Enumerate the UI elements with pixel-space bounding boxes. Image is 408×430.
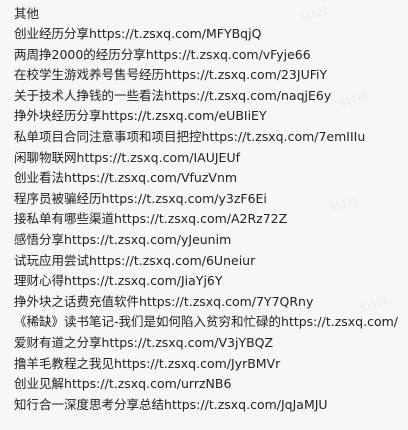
- item-title: 《稀缺》读书笔记-我们是如何陷入贫穷和忙碌的: [14, 314, 282, 330]
- item-title: 撸羊毛教程之我见: [14, 355, 115, 371]
- list-item: 闲聊物联网https://t.zsxq.com/IAUJEUf: [14, 148, 408, 169]
- list-item: 创业见解https://t.zsxq.com/urrzNB6: [14, 374, 408, 395]
- item-title: 挣外块经历分享: [14, 108, 102, 124]
- list-item: 试玩应用尝试https://t.zsxq.com/6Uneiur: [14, 251, 408, 272]
- list-item: 感悟分享https://t.zsxq.com/yJeunim: [14, 230, 408, 251]
- item-url[interactable]: https://t.zsxq.com/: [281, 314, 398, 329]
- list-item: 私单项目合同注意事项和项目把控https://t.zsxq.com/7emIII…: [14, 127, 408, 148]
- list-item: 在校学生游戏养号售号经历https://t.zsxq.com/23JUFiY: [14, 65, 408, 86]
- item-title: 挣外块之话费充值软件: [14, 293, 140, 309]
- list-item: 理财心得https://t.zsxq.com/JiaYj6Y: [14, 271, 408, 292]
- item-title: 创业见解: [14, 376, 65, 392]
- list-item: 《稀缺》读书笔记-我们是如何陷入贫穷和忙碌的https://t.zsxq.com…: [14, 312, 408, 333]
- item-title: 理财心得: [14, 273, 65, 289]
- item-url[interactable]: https://t.zsxq.com/JyrBMVr: [114, 356, 280, 371]
- item-title: 知行合一深度思考分享总结: [14, 396, 165, 412]
- item-url[interactable]: https://t.zsxq.com/V3jYBQZ: [102, 335, 274, 350]
- item-url[interactable]: https://t.zsxq.com/VfuzVnm: [64, 170, 237, 185]
- item-url[interactable]: https://t.zsxq.com/JqJaMJU: [164, 397, 328, 412]
- link-list: 创业经历分享https://t.zsxq.com/MFYBqjQ 两周挣2000…: [14, 24, 408, 415]
- item-title: 接私单有哪些渠道: [14, 211, 115, 227]
- list-item: 挣外块之话费充值软件https://t.zsxq.com/7Y7QRny: [14, 292, 408, 313]
- item-title: 创业经历分享: [14, 26, 90, 41]
- item-title: 感悟分享: [14, 231, 65, 247]
- list-item: 撸羊毛教程之我见https://t.zsxq.com/JyrBMVr: [14, 354, 408, 375]
- item-url[interactable]: https://t.zsxq.com/6Uneiur: [89, 253, 255, 268]
- list-item: 程序员被骗经历https://t.zsxq.com/y3zF6Ei: [14, 189, 408, 210]
- item-title: 私单项目合同注意事项和项目把控: [14, 128, 202, 144]
- document-page: 其他 创业经历分享https://t.zsxq.com/MFYBqjQ 两周挣2…: [0, 0, 408, 430]
- item-url[interactable]: https://t.zsxq.com/JiaYj6Y: [64, 273, 222, 288]
- item-url[interactable]: https://t.zsxq.com/A2Rz72Z: [114, 211, 287, 226]
- list-item: 爱财有道之分享https://t.zsxq.com/V3jYBQZ: [14, 333, 408, 354]
- item-url[interactable]: https://t.zsxq.com/yJeunim: [64, 232, 231, 247]
- item-title: 在校学生游戏养号售号经历: [14, 67, 165, 83]
- list-item: 接私单有哪些渠道https://t.zsxq.com/A2Rz72Z: [14, 209, 408, 230]
- list-item: 知行合一深度思考分享总结https://t.zsxq.com/JqJaMJU: [14, 395, 408, 416]
- item-url[interactable]: https://t.zsxq.com/naqjE6y: [164, 88, 331, 103]
- item-url[interactable]: https://t.zsxq.com/7Y7QRny: [139, 294, 313, 309]
- item-title: 两周挣2000的经历分享: [14, 46, 146, 62]
- item-url[interactable]: https://t.zsxq.com/vFyje66: [146, 47, 311, 62]
- list-item: 两周挣2000的经历分享https://t.zsxq.com/vFyje66: [14, 45, 408, 66]
- list-item: 创业经历分享https://t.zsxq.com/MFYBqjQ: [14, 24, 408, 45]
- item-url[interactable]: https://t.zsxq.com/MFYBqjQ: [89, 26, 261, 41]
- item-url[interactable]: https://t.zsxq.com/eUBIiEY: [102, 108, 267, 123]
- item-url[interactable]: https://t.zsxq.com/urrzNB6: [64, 376, 231, 391]
- item-title: 关于技术人挣钱的一些看法: [14, 87, 165, 103]
- item-url[interactable]: https://t.zsxq.com/7emIIIu: [202, 129, 366, 144]
- list-item: 关于技术人挣钱的一些看法https://t.zsxq.com/naqjE6y: [14, 86, 408, 107]
- item-title: 创业看法: [14, 170, 65, 186]
- item-url[interactable]: https://t.zsxq.com/y3zF6Ei: [102, 191, 267, 206]
- list-item: 挣外块经历分享https://t.zsxq.com/eUBIiEY: [14, 106, 408, 127]
- item-title: 程序员被骗经历: [14, 190, 102, 206]
- list-item: 创业看法https://t.zsxq.com/VfuzVnm: [14, 168, 408, 189]
- item-title: 爱财有道之分享: [14, 334, 102, 350]
- section-heading: 其他: [14, 6, 40, 21]
- item-url[interactable]: https://t.zsxq.com/23JUFiY: [164, 67, 327, 82]
- item-title: 闲聊物联网: [14, 149, 77, 165]
- item-url[interactable]: https://t.zsxq.com/IAUJEUf: [77, 150, 241, 165]
- item-title: 试玩应用尝试: [14, 252, 90, 268]
